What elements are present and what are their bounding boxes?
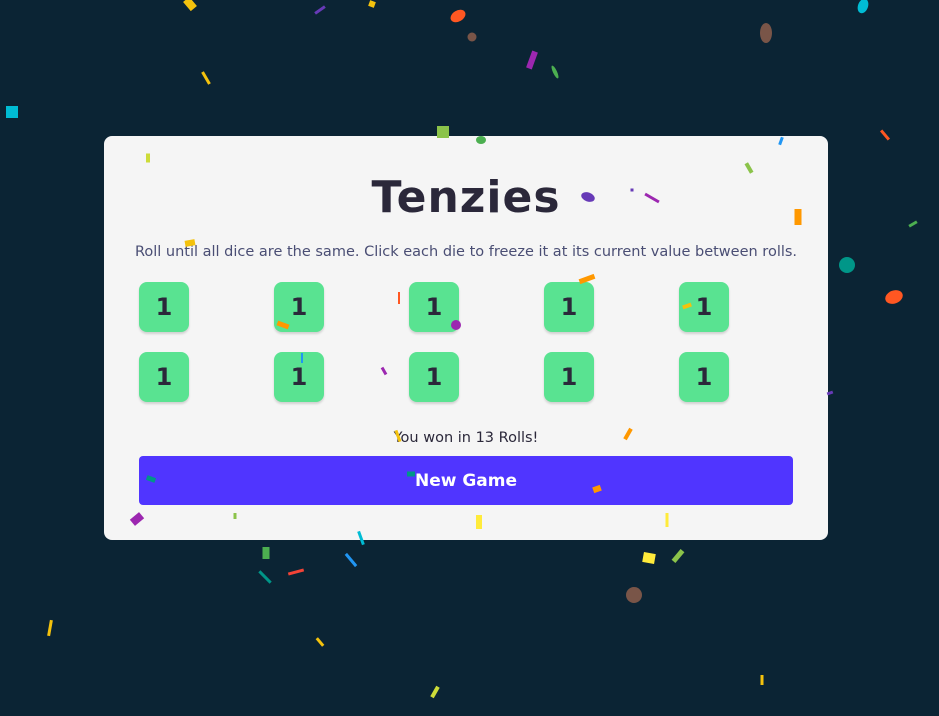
die-1[interactable]: 1 xyxy=(139,282,189,332)
new-game-button[interactable]: New Game xyxy=(139,456,793,505)
confetti-piece xyxy=(450,9,466,23)
confetti-piece xyxy=(526,50,538,70)
die-7[interactable]: 1 xyxy=(274,352,324,402)
confetti-piece xyxy=(839,257,855,273)
confetti-piece xyxy=(201,71,211,85)
confetti-piece xyxy=(430,685,440,699)
confetti-piece xyxy=(287,568,305,576)
confetti-piece xyxy=(671,549,685,563)
die-6[interactable]: 1 xyxy=(139,352,189,402)
dice-grid: 1 1 1 1 1 1 1 1 1 1 xyxy=(139,282,729,402)
confetti-piece xyxy=(760,23,772,43)
confetti-piece xyxy=(760,675,764,685)
confetti-piece xyxy=(551,65,559,79)
confetti-piece xyxy=(626,587,642,603)
confetti-piece xyxy=(467,32,477,42)
game-card: Tenzies Roll until all dice are the same… xyxy=(104,136,828,540)
confetti-piece xyxy=(262,547,270,559)
confetti-piece xyxy=(258,570,272,584)
die-4[interactable]: 1 xyxy=(544,282,594,332)
win-status: You won in 13 Rolls! xyxy=(393,430,539,446)
confetti-piece xyxy=(885,290,903,304)
die-3[interactable]: 1 xyxy=(409,282,459,332)
confetti-piece xyxy=(879,129,891,141)
confetti-piece xyxy=(315,637,325,647)
die-2[interactable]: 1 xyxy=(274,282,324,332)
game-title: Tenzies xyxy=(371,172,561,223)
confetti-piece xyxy=(6,106,18,118)
instructions-text: Roll until all dice are the same. Click … xyxy=(134,244,798,260)
confetti-piece xyxy=(368,0,376,8)
confetti-piece xyxy=(47,619,53,637)
confetti-piece xyxy=(183,0,197,12)
confetti-piece xyxy=(857,0,869,14)
confetti-piece xyxy=(344,552,358,568)
die-8[interactable]: 1 xyxy=(409,352,459,402)
die-10[interactable]: 1 xyxy=(679,352,729,402)
die-5[interactable]: 1 xyxy=(679,282,729,332)
confetti-piece xyxy=(642,552,656,564)
confetti-piece xyxy=(908,220,918,228)
confetti-piece xyxy=(314,5,326,15)
die-9[interactable]: 1 xyxy=(544,352,594,402)
